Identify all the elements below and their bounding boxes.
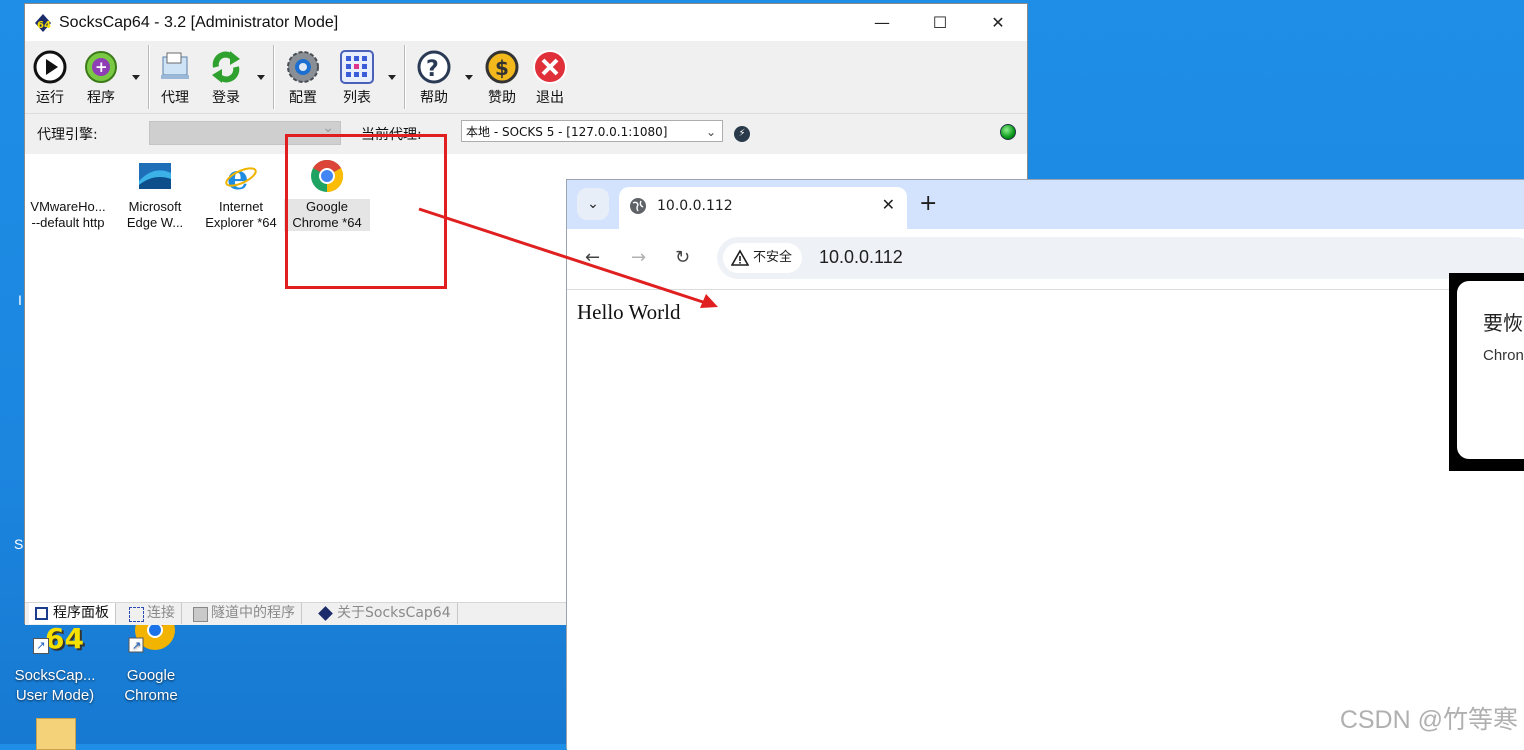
- watermark: CSDN @竹等寒: [1339, 706, 1518, 734]
- annotation-arrow: [418, 207, 718, 308]
